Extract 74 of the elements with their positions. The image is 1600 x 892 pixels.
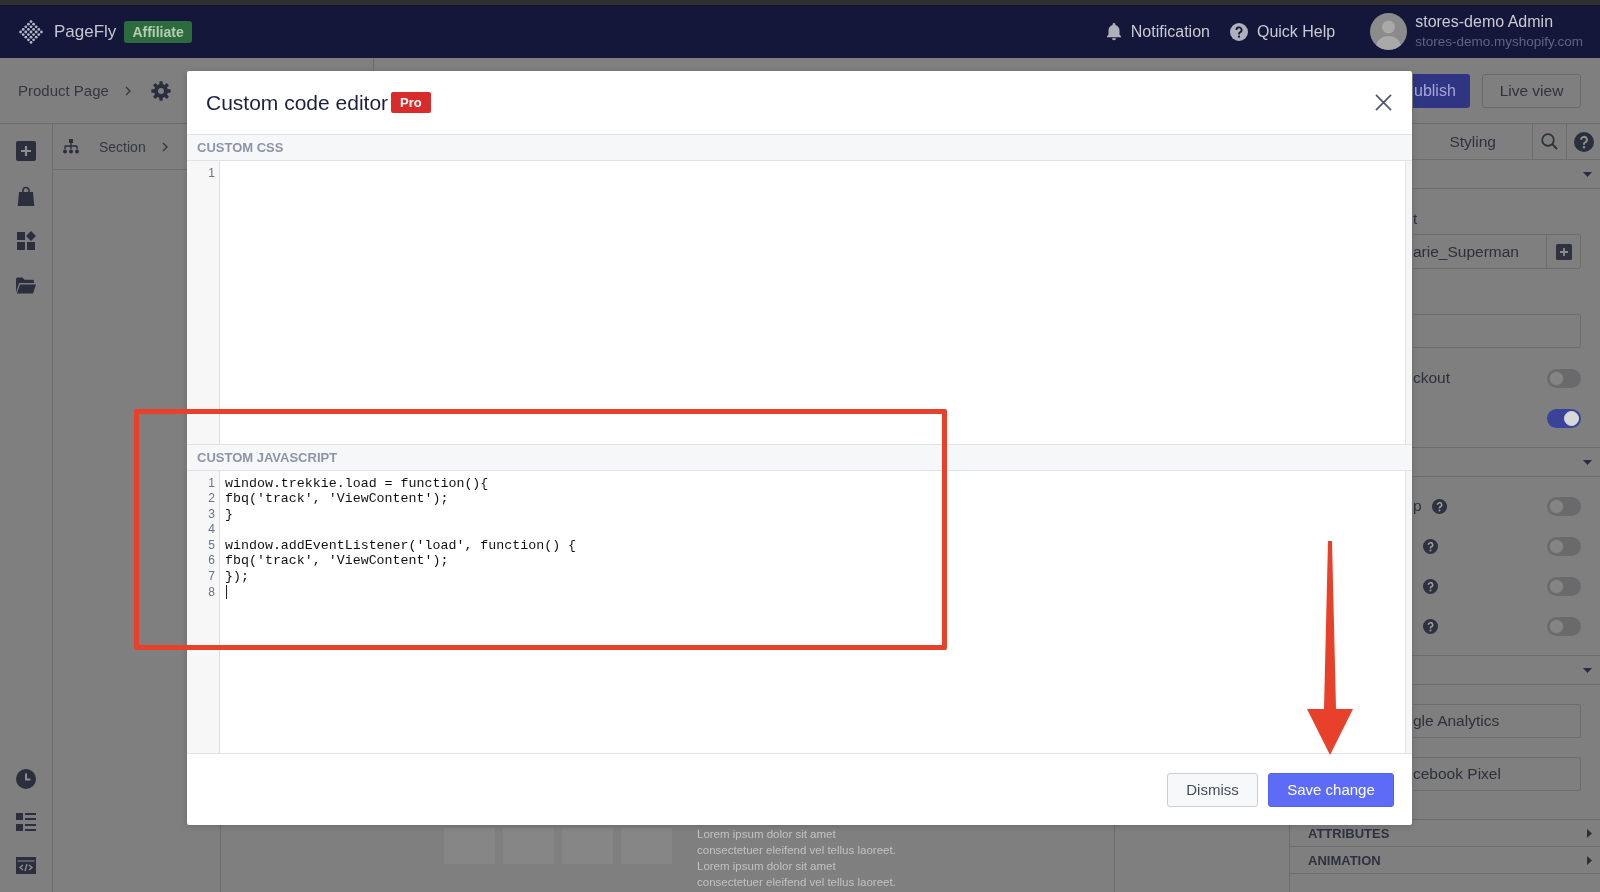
toggle-switch[interactable] <box>1547 496 1581 516</box>
line-number: 1 <box>208 475 215 490</box>
user-name: stores-demo Admin <box>1415 11 1555 32</box>
setting-label: p <box>1413 497 1422 515</box>
affiliate-badge[interactable]: Affiliate <box>124 20 192 43</box>
placeholder-text: consectetuer eleifend vel tellus laoreet. <box>697 844 896 856</box>
publish-button[interactable]: ublish <box>1413 73 1470 108</box>
placeholder-text: Lorem ipsum dolor sit amet <box>697 860 836 872</box>
toggle-switch[interactable] <box>1547 576 1581 596</box>
list-icon[interactable] <box>15 811 37 833</box>
toggle-switch[interactable] <box>1547 616 1581 636</box>
section-header[interactable]: ANIMATION <box>1290 847 1600 874</box>
logo-icon <box>18 18 44 45</box>
code-line: fbq('track', 'ViewContent'); <box>225 553 449 570</box>
bell-icon <box>1105 22 1122 41</box>
help-icon[interactable] <box>1423 618 1438 634</box>
avatar-icon[interactable] <box>1370 13 1408 50</box>
line-number: 5 <box>208 537 215 552</box>
setting-label: ckout <box>1413 369 1451 387</box>
store-url: stores-demo.myshopify.com <box>1415 32 1583 51</box>
field-label: t <box>1413 209 1418 227</box>
line-number: 2 <box>208 491 215 506</box>
line-number: 7 <box>208 569 215 584</box>
live-view-button[interactable]: Live view <box>1482 73 1581 108</box>
chevron-right-icon <box>124 85 131 96</box>
caret-down-icon[interactable] <box>1583 667 1592 673</box>
line-number: 3 <box>208 506 215 521</box>
placeholder-text: Lorem ipsum dolor sit amet <box>697 828 836 840</box>
code-line: }); <box>225 569 249 585</box>
editor-title: CUSTOM CSS <box>197 140 284 155</box>
line-number: 4 <box>208 522 215 537</box>
chevron-right-icon <box>161 141 168 152</box>
line-number: 8 <box>208 584 215 599</box>
save-button[interactable]: Save change <box>1268 772 1394 807</box>
placeholder-text: consectetuer eleifend vel tellus laoreet. <box>697 876 896 888</box>
close-icon <box>1374 94 1392 111</box>
help-icon <box>1573 131 1594 152</box>
pro-badge: Pro <box>391 92 431 113</box>
brand-name: PageFly <box>54 21 117 42</box>
help-link[interactable]: Quick Help <box>1229 22 1336 41</box>
help-icon[interactable] <box>1423 538 1438 554</box>
integration-button[interactable]: cebook Pixel <box>1413 757 1581 791</box>
hierarchy-icon[interactable] <box>62 139 80 154</box>
code-line: window.trekkie.load = function(){ <box>225 475 489 492</box>
breadcrumb-link[interactable]: Product Page <box>18 82 109 99</box>
line-number: 1 <box>208 166 215 180</box>
code-icon[interactable] <box>15 854 37 876</box>
search-icon <box>1541 133 1559 150</box>
toggle-switch[interactable] <box>1547 368 1581 388</box>
clock-icon[interactable] <box>15 768 37 790</box>
line-number: 6 <box>208 553 215 568</box>
gear-icon[interactable] <box>150 80 171 101</box>
toggle-switch[interactable] <box>1547 408 1581 428</box>
caret-down-icon[interactable] <box>1583 459 1592 465</box>
breadcrumb-link[interactable]: Section <box>99 138 146 155</box>
modal-title: Custom code editor <box>206 90 389 115</box>
blocks-icon[interactable] <box>15 230 37 252</box>
help-icon <box>1229 22 1248 41</box>
code-line: fbq('track', 'ViewContent'); <box>225 491 449 507</box>
caret-down-icon[interactable] <box>1583 171 1592 177</box>
input-field[interactable] <box>1413 314 1581 348</box>
code-line: window.addEventListener('load', function() { <box>225 537 577 554</box>
toggle-switch[interactable] <box>1547 536 1581 556</box>
editor-title: CUSTOM JAVASCRIPT <box>197 449 338 465</box>
help-icon[interactable] <box>1431 498 1447 514</box>
folder-icon[interactable] <box>15 275 37 297</box>
shopping-bag-icon[interactable] <box>15 185 37 207</box>
code-line: } <box>225 506 233 523</box>
plus-square-icon[interactable] <box>15 140 37 162</box>
dismiss-button[interactable]: Dismiss <box>1167 772 1258 807</box>
help-icon[interactable] <box>1423 578 1438 594</box>
notification-link[interactable]: Notification <box>1105 22 1210 41</box>
panel-tab[interactable]: Styling <box>1413 124 1533 159</box>
integration-button[interactable]: gle Analytics <box>1413 704 1581 738</box>
